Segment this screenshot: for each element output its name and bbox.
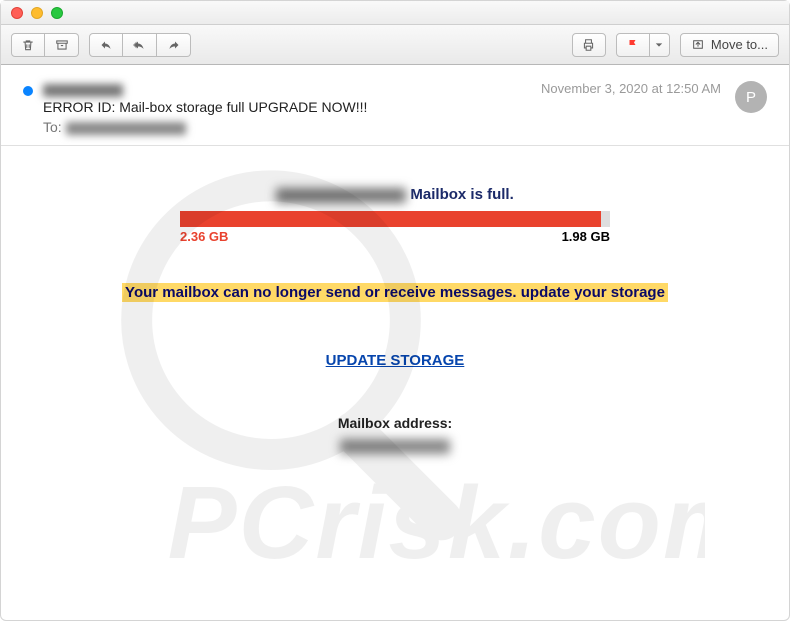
- message-date: November 3, 2020 at 12:50 AM: [541, 81, 721, 96]
- reply-icon: [99, 39, 113, 51]
- reply-button[interactable]: [89, 33, 123, 57]
- mailbox-address-value: [31, 439, 759, 459]
- flag-button[interactable]: [616, 33, 650, 57]
- move-to-label: Move to...: [711, 37, 768, 52]
- warning-text: Your mailbox can no longer send or recei…: [122, 283, 668, 302]
- move-to-button[interactable]: Move to...: [680, 33, 779, 57]
- minimize-window-button[interactable]: [31, 7, 43, 19]
- storage-right-label: 1.98 GB: [562, 229, 610, 244]
- reply-all-icon: [132, 39, 148, 51]
- message-header: ERROR ID: Mail-box storage full UPGRADE …: [1, 65, 789, 146]
- avatar-initial: P: [746, 89, 756, 106]
- close-window-button[interactable]: [11, 7, 23, 19]
- maximize-window-button[interactable]: [51, 7, 63, 19]
- delete-button[interactable]: [11, 33, 45, 57]
- mail-toolbar: Move to...: [1, 25, 789, 65]
- archive-icon: [55, 38, 69, 52]
- mailbox-address-label: Mailbox address:: [31, 415, 759, 431]
- storage-bar: 2.36 GB 1.98 GB: [180, 211, 610, 244]
- print-button[interactable]: [572, 33, 606, 57]
- avatar: P: [735, 81, 767, 113]
- storage-used-label: 2.36 GB: [180, 229, 228, 244]
- update-storage-link[interactable]: UPDATE STORAGE: [326, 352, 465, 369]
- to-label: To:: [43, 119, 62, 135]
- flag-dropdown-button[interactable]: [650, 33, 670, 57]
- warning-banner: Your mailbox can no longer send or recei…: [31, 284, 759, 302]
- trash-icon: [21, 38, 35, 52]
- storage-bar-fill: [180, 211, 601, 227]
- mailbox-full-text: Mailbox is full.: [406, 186, 514, 203]
- message-body: Mailbox is full. 2.36 GB 1.98 GB Your ma…: [1, 146, 789, 479]
- svg-text:PCrisk.com: PCrisk.com: [168, 463, 705, 579]
- move-to-icon: [691, 38, 705, 51]
- unread-indicator: [23, 86, 33, 96]
- flag-icon: [627, 38, 639, 51]
- archive-button[interactable]: [45, 33, 79, 57]
- storage-bar-track: [180, 211, 610, 227]
- message-subject: ERROR ID: Mail-box storage full UPGRADE …: [43, 99, 541, 115]
- traffic-lights: [11, 7, 63, 19]
- mailbox-full-line: Mailbox is full.: [31, 186, 759, 203]
- window-titlebar: [1, 1, 789, 25]
- mailbox-name-blurred: [276, 188, 406, 203]
- reply-all-button[interactable]: [123, 33, 157, 57]
- forward-icon: [167, 39, 181, 51]
- sender-name: [43, 81, 541, 97]
- to-recipient: [66, 122, 186, 135]
- forward-button[interactable]: [157, 33, 191, 57]
- chevron-down-icon: [655, 41, 663, 49]
- to-row: To:: [43, 119, 541, 135]
- print-icon: [581, 38, 596, 52]
